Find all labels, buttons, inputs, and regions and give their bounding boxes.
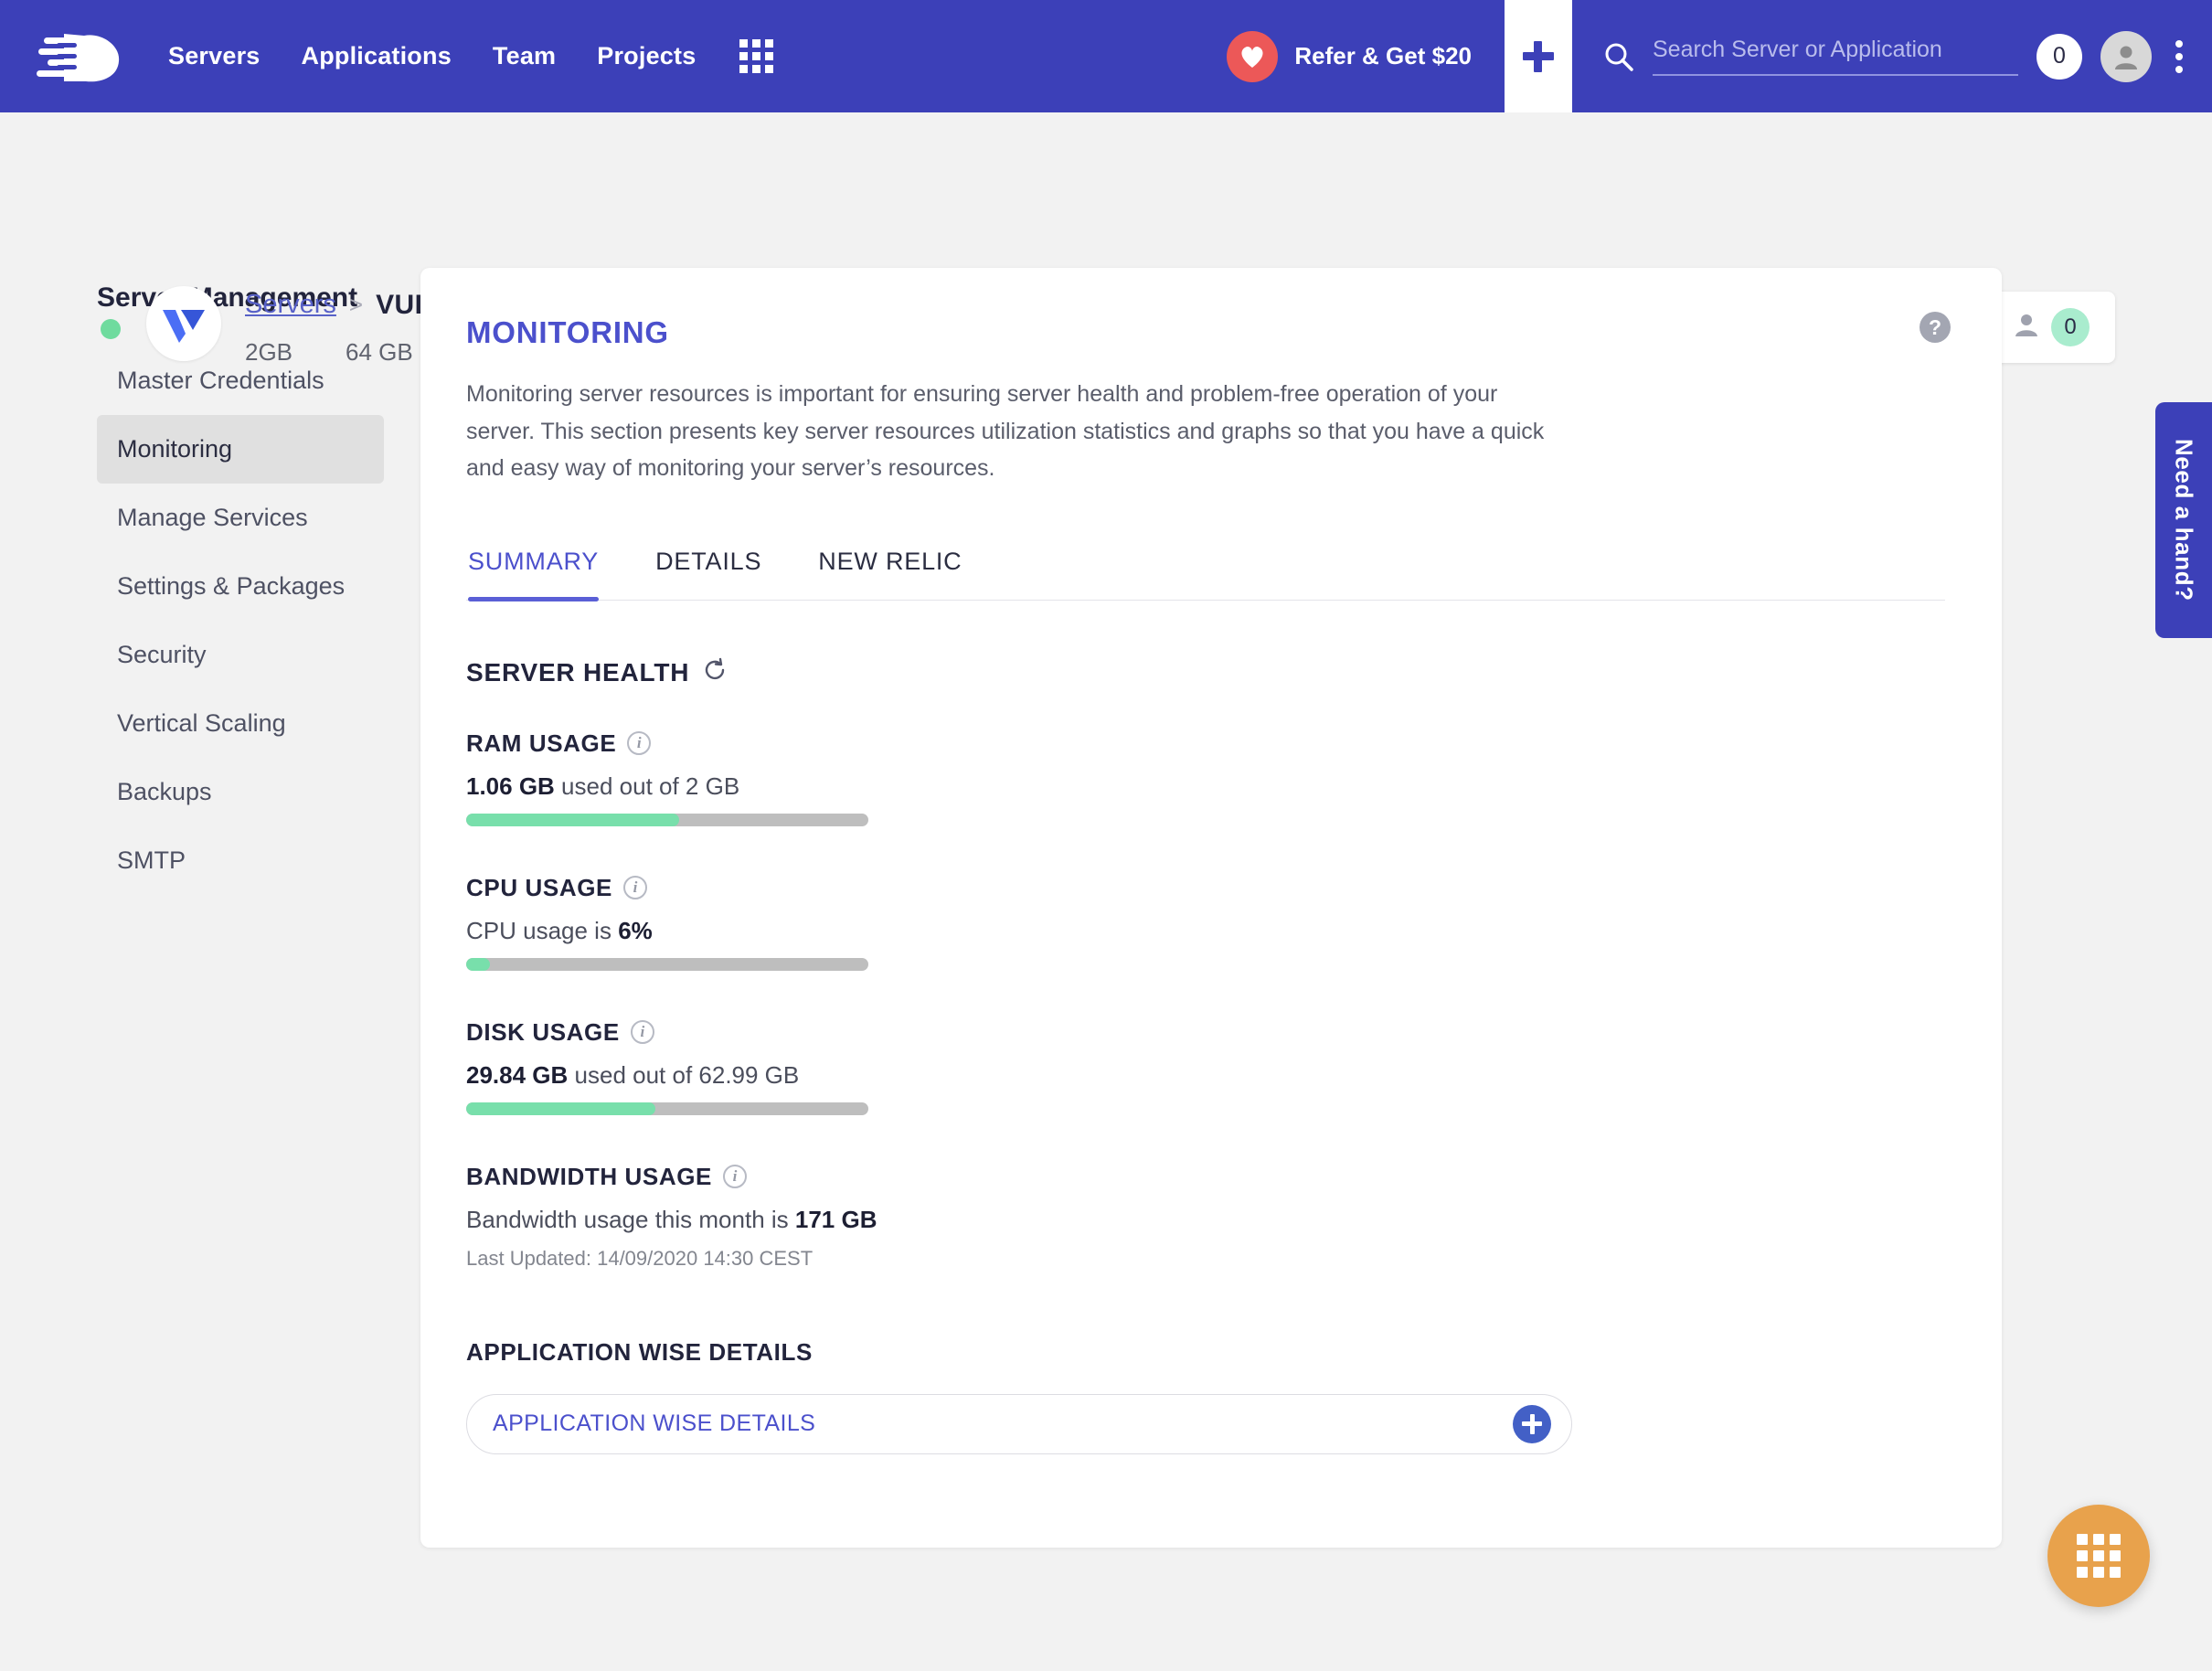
vultr-logo — [146, 286, 221, 361]
plus-circle-icon[interactable] — [1513, 1405, 1551, 1443]
metric-cpu-value: CPU usage is 6% — [466, 917, 1945, 945]
card-title: MONITORING — [466, 315, 1945, 350]
plus-icon — [1523, 41, 1554, 72]
metric-cpu-bar-fill — [466, 958, 490, 971]
grid-icon[interactable] — [739, 39, 773, 73]
server-ram: 2GB — [245, 338, 346, 367]
search-input[interactable] — [1653, 37, 2018, 63]
info-icon[interactable]: i — [723, 1165, 747, 1188]
notification-count-badge[interactable]: 0 — [2037, 34, 2082, 80]
metric-cpu: CPU USAGE i CPU usage is 6% — [466, 874, 1945, 971]
more-vertical-icon[interactable] — [2175, 40, 2185, 73]
sidebar-item-monitoring[interactable]: Monitoring — [97, 415, 384, 484]
user-count-badge: 0 — [2051, 308, 2090, 346]
metric-cpu-head: CPU USAGE i — [466, 874, 1945, 902]
nav-link-team[interactable]: Team — [493, 42, 556, 70]
refresh-icon[interactable] — [702, 657, 728, 689]
metric-ram-label: RAM USAGE — [466, 729, 616, 758]
metric-bandwidth-value-prefix: Bandwidth usage this month is — [466, 1206, 795, 1233]
primary-nav-links: Servers Applications Team Projects — [168, 42, 696, 70]
metric-ram-bar-track — [466, 814, 868, 826]
info-icon[interactable]: i — [631, 1020, 654, 1044]
metric-bandwidth-label: BANDWIDTH USAGE — [466, 1163, 712, 1191]
metric-bandwidth-last-updated: Last Updated: 14/09/2020 14:30 CEST — [466, 1247, 1945, 1271]
tab-summary[interactable]: SUMMARY — [468, 548, 599, 600]
metric-cpu-value-prefix: CPU usage is — [466, 917, 618, 944]
sidebar-item-backups[interactable]: Backups — [97, 758, 384, 826]
breadcrumb-servers-link[interactable]: Servers — [245, 290, 336, 320]
metric-bandwidth: BANDWIDTH USAGE i Bandwidth usage this m… — [466, 1163, 1945, 1271]
metric-ram: RAM USAGE i 1.06 GB used out of 2 GB — [466, 729, 1945, 826]
cloudways-logo[interactable] — [37, 25, 146, 89]
metric-cpu-value-strong: 6% — [618, 917, 653, 944]
metric-disk-label: DISK USAGE — [466, 1018, 620, 1047]
application-wise-details-row[interactable]: APPLICATION WISE DETAILS — [466, 1394, 1572, 1454]
metric-ram-head: RAM USAGE i — [466, 729, 1945, 758]
metric-ram-value-rest: used out of 2 GB — [555, 772, 739, 800]
application-wise-details-row-label: APPLICATION WISE DETAILS — [493, 1410, 815, 1437]
metric-ram-bar-fill — [466, 814, 679, 826]
metric-ram-value: 1.06 GB used out of 2 GB — [466, 772, 1945, 801]
search-zone: 0 — [1572, 31, 2212, 82]
refer-label: Refer & Get $20 — [1294, 42, 1472, 70]
metric-bandwidth-value-strong: 171 GB — [795, 1206, 877, 1233]
metric-cpu-bar-track — [466, 958, 868, 971]
metric-disk-bar-track — [466, 1102, 868, 1115]
page-body: Server Management Master Credentials Mon… — [0, 268, 2212, 1548]
monitoring-card: ? MONITORING Monitoring server resources… — [420, 268, 2002, 1548]
server-health-heading: SERVER HEALTH — [466, 657, 1945, 689]
info-icon[interactable]: i — [627, 731, 651, 755]
apps-grid-fab-button[interactable] — [2047, 1505, 2150, 1607]
nav-link-projects[interactable]: Projects — [597, 42, 696, 70]
metric-disk-head: DISK USAGE i — [466, 1018, 1945, 1047]
card-description: Monitoring server resources is important… — [466, 376, 1572, 487]
metric-disk-value: 29.84 GB used out of 62.99 GB — [466, 1061, 1945, 1090]
status-badge — [101, 319, 121, 339]
top-navigation-bar: Servers Applications Team Projects Refer… — [0, 0, 2212, 112]
breadcrumb-separator: > — [349, 291, 363, 319]
sidebar-item-settings-packages[interactable]: Settings & Packages — [97, 552, 384, 621]
sidebar: Server Management Master Credentials Mon… — [0, 268, 420, 1548]
sidebar-item-security[interactable]: Security — [97, 621, 384, 689]
search-field-wrapper — [1653, 37, 2018, 76]
metric-bandwidth-value: Bandwidth usage this month is 171 GB — [466, 1206, 1945, 1234]
question-mark-icon[interactable]: ? — [1920, 312, 1951, 343]
metric-disk: DISK USAGE i 29.84 GB used out of 62.99 … — [466, 1018, 1945, 1115]
tab-details[interactable]: DETAILS — [655, 548, 761, 600]
monitoring-tabs: SUMMARY DETAILS NEW RELIC — [466, 548, 1945, 601]
refer-and-get-button[interactable]: Refer & Get $20 — [1227, 31, 1505, 82]
nav-link-servers[interactable]: Servers — [168, 42, 261, 70]
server-health-label: SERVER HEALTH — [466, 658, 689, 687]
need-a-hand-button[interactable]: Need a hand? — [2155, 402, 2212, 638]
sidebar-item-smtp[interactable]: SMTP — [97, 826, 384, 895]
metric-cpu-label: CPU USAGE — [466, 874, 612, 902]
application-wise-details-heading: APPLICATION WISE DETAILS — [466, 1338, 1945, 1367]
metric-disk-value-strong: 29.84 GB — [466, 1061, 568, 1089]
metric-bandwidth-head: BANDWIDTH USAGE i — [466, 1163, 1945, 1191]
metric-disk-bar-fill — [466, 1102, 655, 1115]
sidebar-item-vertical-scaling[interactable]: Vertical Scaling — [97, 689, 384, 758]
tab-new-relic[interactable]: NEW RELIC — [818, 548, 962, 600]
metric-disk-value-rest: used out of 62.99 GB — [568, 1061, 799, 1089]
apps-grid-icon — [2077, 1534, 2121, 1578]
nav-link-applications[interactable]: Applications — [302, 42, 452, 70]
metric-ram-value-strong: 1.06 GB — [466, 772, 555, 800]
user-avatar-icon[interactable] — [2100, 31, 2152, 82]
search-icon — [1603, 41, 1634, 72]
server-header: Servers > VULTR HF NY 2GB 64 GB Disk Vul… — [0, 112, 2212, 268]
count-group-user[interactable]: 0 — [2011, 308, 2090, 346]
info-icon[interactable]: i — [623, 876, 647, 899]
user-icon — [2011, 310, 2042, 346]
heart-icon — [1227, 31, 1278, 82]
add-button[interactable] — [1505, 0, 1572, 112]
sidebar-item-manage-services[interactable]: Manage Services — [97, 484, 384, 552]
